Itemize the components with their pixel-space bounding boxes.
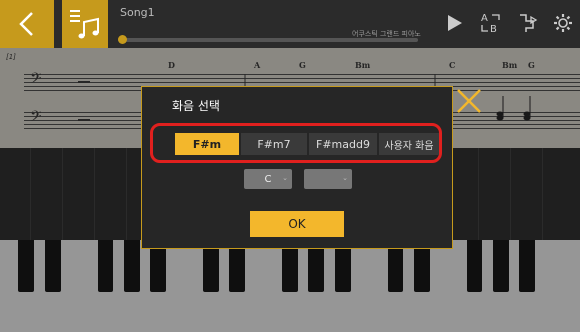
chord-option-fsharp-m[interactable]: F#m xyxy=(175,133,239,155)
progress-knob[interactable] xyxy=(118,35,127,44)
back-button[interactable] xyxy=(0,0,54,48)
svg-text:B: B xyxy=(490,24,497,35)
follow-icon xyxy=(520,14,538,32)
chevron-down-icon: ⌄ xyxy=(282,174,288,182)
instrument-name[interactable]: 어쿠스틱 그랜드 피아노 xyxy=(352,29,421,39)
song-title: Song1 xyxy=(120,6,155,19)
chevron-down-icon: ⌄ xyxy=(342,174,348,182)
root-note-select[interactable]: C ⌄ xyxy=(244,169,292,189)
chord-option-custom[interactable]: 사용자 화음 xyxy=(379,133,439,155)
dialog-title: 화음 선택 xyxy=(172,99,220,113)
close-icon xyxy=(457,89,481,113)
follow-mode-button[interactable] xyxy=(512,8,542,38)
ab-repeat-button[interactable]: A B xyxy=(476,8,506,38)
ok-button[interactable]: OK xyxy=(250,211,344,237)
chord-type-select[interactable]: ⌄ xyxy=(304,169,352,189)
chord-option-fsharp-m7[interactable]: F#m7 xyxy=(241,133,307,155)
settings-button[interactable] xyxy=(548,8,578,38)
chord-options-row: F#m F#m7 F#madd9 사용자 화음 xyxy=(150,123,442,163)
song-menu-button[interactable] xyxy=(62,0,108,48)
play-icon xyxy=(448,15,462,31)
ab-repeat-icon: A B xyxy=(481,13,500,35)
chord-select-dialog: 화음 선택 F#m F#m7 F#madd9 사용자 화음 C ⌄ ⌄ OK xyxy=(141,86,453,249)
chord-option-fsharp-madd9[interactable]: F#madd9 xyxy=(309,133,377,155)
svg-text:A: A xyxy=(481,13,488,24)
playlist-music-icon xyxy=(70,10,99,39)
top-bar: Song1 어쿠스틱 그랜드 피아노 A B xyxy=(0,0,580,48)
play-button[interactable] xyxy=(440,8,470,38)
chevron-left-icon xyxy=(19,12,33,36)
close-button[interactable] xyxy=(454,86,484,116)
gear-icon xyxy=(554,14,572,32)
